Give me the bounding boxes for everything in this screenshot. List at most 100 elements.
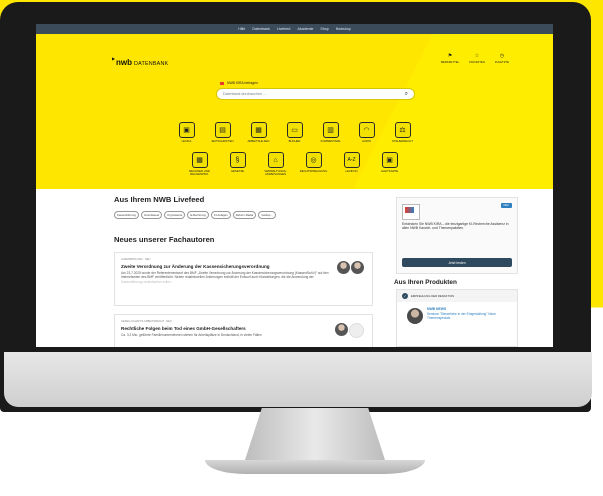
kira-icon	[220, 81, 224, 85]
nav-item-datenbank[interactable]: Datenbank	[252, 27, 269, 31]
product-name[interactable]: NWB NEWS	[427, 307, 446, 311]
paragraph-icon: §	[229, 152, 246, 168]
category-audio[interactable]: ◠ AUDIO	[356, 122, 378, 143]
produkte-card[interactable]: ✓ EMPFEHLUNG DER REDAKTION NWB NEWS Semi…	[396, 289, 518, 347]
nwb-logo[interactable]: nwb DATENBANK	[116, 58, 168, 67]
category-row-2: ▦ RECHNER UND RECHENPRO. § GESETZE ⌂ VER…	[36, 152, 553, 176]
nav-item-nwbshop[interactable]: Nwbshop	[336, 27, 351, 31]
category-lexika[interactable]: ▣ LEXIKA	[176, 122, 198, 143]
chip-kryptowerte[interactable]: Kryptowerte	[164, 211, 186, 219]
kira-try-button[interactable]: Jetzt testen	[402, 258, 512, 267]
lexika-icon: ▣	[178, 122, 195, 138]
product-description[interactable]: Seminar "Steuerliche in der Erbgestaltun…	[427, 312, 507, 320]
livefeed-chips: Kassenführung Grundsteuer Kryptowerte E-…	[114, 211, 276, 219]
nav-item-shop[interactable]: Shop	[320, 27, 328, 31]
monitor-stand-neck	[245, 408, 385, 460]
category-steuerrecht[interactable]: ⚖ STEUERRECHT	[392, 122, 414, 143]
chip-ki-anlagen[interactable]: KI-Anlagen	[210, 211, 231, 219]
kira-prompt[interactable]: NWB KIRA befragen	[220, 81, 258, 85]
category-kommentare[interactable]: ▥ KOMMENTARE	[320, 122, 342, 143]
gavel-icon: ◎	[305, 152, 322, 168]
category-label: LEXIKON	[345, 169, 358, 173]
article-meta: GESELLSCHAFTS-ARBEITSRECHT · NEU	[121, 320, 172, 323]
calculator-icon: ▦	[191, 152, 208, 168]
chip-kassenfuehrung[interactable]: Kassenführung	[114, 211, 139, 219]
category-rechner[interactable]: ▦ RECHNER UND RECHENPRO.	[189, 152, 211, 176]
star-icon: ☆	[474, 53, 480, 59]
search-input[interactable]: Datenbank durchsuchen ...	[223, 92, 405, 96]
scales-icon: ⚖	[394, 122, 411, 138]
zeitschriften-icon: ▤	[214, 122, 231, 138]
produkte-card-header: ✓ EMPFEHLUNG DER REDAKTION	[397, 290, 517, 302]
zuletzt-label: ZULETZTE	[494, 60, 509, 64]
top-navigation: Hilfe Datenbank Livefeed Akademie Shop N…	[36, 24, 553, 34]
favoriten-link[interactable]: ☆ FAVORITEN	[469, 53, 485, 65]
logo-arrow-icon: ▶	[112, 56, 116, 61]
nav-item-livefeed[interactable]: Livefeed	[277, 27, 291, 31]
avatar	[335, 323, 348, 336]
merkzettel-link[interactable]: ⚑ MERKZETTEL	[440, 53, 460, 65]
logo-datenbank: DATENBANK	[134, 61, 169, 67]
user-links: ⚑ MERKZETTEL ☆ FAVORITEN ◷ ZULETZTE	[440, 53, 509, 65]
category-label: KOMMENTARE	[320, 139, 341, 143]
search-icon[interactable]: ⌕	[405, 91, 408, 98]
category-gesetze[interactable]: § GESETZE	[227, 152, 249, 176]
category-label: GESETZE	[230, 169, 245, 173]
favoriten-label: FAVORITEN	[469, 60, 485, 64]
category-label: LEXIKA	[181, 139, 192, 143]
category-verwaltung[interactable]: ⌂ VERWALTUNGS-ANWEISUNGEN	[264, 152, 287, 177]
recommendation-icon: ✓	[402, 293, 408, 299]
chip-grundsteuer[interactable]: Grundsteuer	[140, 211, 163, 219]
article-body-fade: Kassenführung vereinfachen sollen.	[121, 279, 172, 284]
author-avatars	[335, 323, 364, 338]
category-label: RECHNER UND RECHENPRO.	[189, 169, 210, 177]
kira-promo-text: Entdecken Sie NWB KIRA – die einzigartig…	[402, 222, 509, 231]
article-card[interactable]: GESELLSCHAFTS-ARBEITSRECHT · NEU Rechtli…	[114, 314, 373, 347]
arbeitshilfen-icon: ▦	[250, 122, 267, 138]
category-label: STEUERRECHT	[392, 139, 413, 143]
category-zeitschriften[interactable]: ▤ ZEITSCHRIFTEN	[211, 122, 234, 143]
category-label: BÜCHER	[288, 139, 301, 143]
chip-reform-radar[interactable]: Reform-Radar	[232, 211, 257, 219]
clock-icon: ◷	[499, 53, 505, 59]
author-avatars	[337, 261, 364, 274]
merkzettel-label: MERKZETTEL	[440, 60, 460, 64]
article-meta: AUßENPRÜFUNG · NEU	[121, 258, 151, 261]
category-label: GLEITKARTE	[380, 169, 399, 173]
zuletzt-link[interactable]: ◷ ZULETZTE	[494, 53, 509, 65]
category-rechtsprechung[interactable]: ◎ RECHTSPRECHUNG	[300, 152, 327, 176]
building-icon: ⌂	[267, 152, 284, 168]
kira-thumbnail	[402, 204, 420, 220]
category-az[interactable]: A-Z LEXIKON	[341, 152, 363, 176]
avatar	[349, 323, 364, 338]
article-body: Ca. 3,2 Mio. geführte Familienunternehme…	[121, 333, 262, 337]
article-card[interactable]: AUßENPRÜFUNG · NEU Zweite Verordnung zur…	[114, 252, 373, 306]
livefeed-heading: Aus Ihrem NWB Livefeed	[114, 195, 205, 204]
kommentare-icon: ▥	[322, 122, 339, 138]
chip-e-rechnung[interactable]: E-Rechnung	[187, 211, 209, 219]
hero-section: ▶ nwb DATENBANK ⚑ MERKZETTEL ☆ FAVORITEN…	[36, 34, 553, 189]
avatar	[407, 308, 423, 324]
chip-geldsp[interactable]: Geldsp...	[258, 211, 276, 219]
fachautoren-heading: Neues unserer Fachautoren	[114, 235, 215, 244]
article-title[interactable]: Zweite Verordnung zur Änderung der Kasse…	[121, 264, 321, 269]
nav-item-hilfe[interactable]: Hilfe	[238, 27, 245, 31]
category-gleitkarte[interactable]: ▣ GLEITKARTE	[379, 152, 401, 176]
monitor-chin	[4, 352, 592, 407]
screen: Hilfe Datenbank Livefeed Akademie Shop N…	[36, 24, 553, 347]
kira-prompt-label: NWB KIRA befragen	[227, 81, 258, 85]
monitor-stand-base	[205, 460, 425, 474]
article-body-text: Am 23.7.2025 wurde der Referentenentwurf…	[121, 271, 329, 280]
recommendation-label: EMPFEHLUNG DER REDAKTION	[411, 294, 455, 298]
search-bar[interactable]: Datenbank durchsuchen ... ⌕	[216, 88, 415, 100]
category-buecher[interactable]: ▭ BÜCHER	[284, 122, 306, 143]
gleitkarte-icon: ▣	[381, 152, 398, 168]
category-label: VERWALTUNGS-ANWEISUNGEN	[264, 169, 287, 177]
az-icon: A-Z	[343, 152, 360, 168]
article-body: Am 23.7.2025 wurde der Referentenentwurf…	[121, 271, 331, 284]
article-title[interactable]: Rechtliche Folgen beim Tod eines GmbH-Ge…	[121, 326, 321, 331]
category-arbeitshilfen[interactable]: ▦ ARBEITSHILFEN	[248, 122, 270, 143]
bookmark-icon: ⚑	[447, 53, 453, 59]
book-icon: ▭	[286, 122, 303, 138]
nav-item-akademie[interactable]: Akademie	[297, 27, 313, 31]
